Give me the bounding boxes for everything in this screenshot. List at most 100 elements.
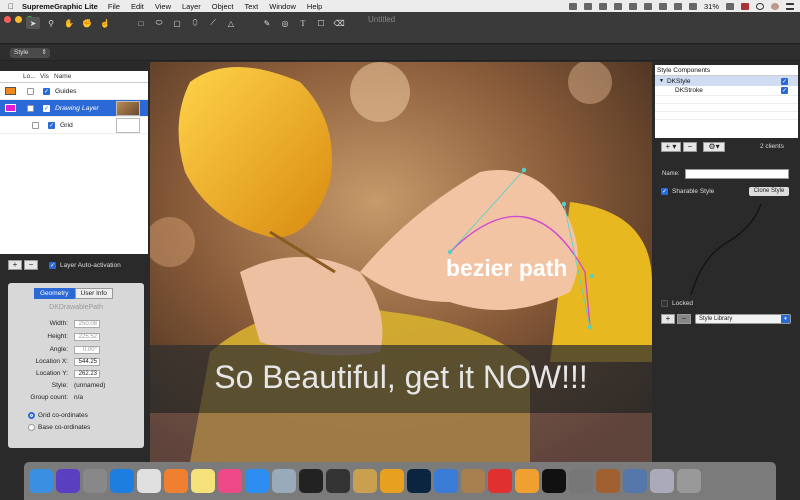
anchor-point[interactable] (590, 274, 594, 278)
lock-checkbox[interactable] (32, 121, 39, 129)
firefox-icon[interactable] (164, 469, 188, 493)
lock-checkbox[interactable] (27, 87, 34, 95)
hand-icon[interactable]: ✋ (62, 17, 76, 29)
status-icon[interactable] (598, 2, 607, 10)
remove-layer-button[interactable]: − (24, 260, 38, 270)
qq-icon[interactable] (326, 469, 350, 493)
grid-coords-radio[interactable] (28, 412, 35, 419)
style-item-dkstroke[interactable]: DKStroke ✓ (655, 86, 798, 96)
remove-style-button[interactable]: − (677, 314, 691, 324)
itunes-icon[interactable] (218, 469, 242, 493)
sharable-checkbox[interactable]: ✓ (661, 188, 668, 195)
add-style-button[interactable]: + (661, 314, 675, 324)
app-menu[interactable]: SupremeGraphic Lite (22, 2, 98, 11)
style-popup-button[interactable]: Style ⇕ (10, 48, 50, 58)
wifi-icon[interactable] (673, 2, 682, 10)
photo-viewer-icon[interactable] (623, 469, 647, 493)
safari-icon[interactable] (110, 469, 134, 493)
painter-icon[interactable] (353, 469, 377, 493)
input-flag-icon[interactable] (741, 2, 749, 10)
rounded-rectangle-icon[interactable]: ▢ (170, 17, 184, 29)
airplay-icon[interactable] (658, 2, 667, 10)
col-name[interactable]: Name (54, 73, 71, 80)
layer-row-grid[interactable]: ✓ Grid (0, 117, 148, 134)
system-preferences-icon[interactable] (569, 469, 593, 493)
layer-name[interactable]: Guides (55, 88, 77, 95)
location-x-field[interactable]: 544.25 (74, 358, 100, 366)
polygon-icon[interactable]: △ (224, 17, 238, 29)
app-store-icon[interactable] (245, 469, 269, 493)
siri-icon[interactable] (56, 469, 80, 493)
preview-icon[interactable] (272, 469, 296, 493)
hand-drag-icon[interactable]: ✊ (80, 17, 94, 29)
player-icon[interactable] (488, 469, 512, 493)
drawing-canvas[interactable]: bezier path So Beautiful, get it NOW!!! (150, 62, 652, 462)
disclosure-triangle-icon[interactable]: ▼ (659, 78, 664, 84)
photoshop-icon[interactable] (407, 469, 431, 493)
anchor-point[interactable] (587, 324, 593, 330)
notes-icon[interactable] (191, 469, 215, 493)
trash-icon[interactable] (677, 469, 701, 493)
hand-point-icon[interactable]: ☝ (98, 17, 112, 29)
tab-geometry[interactable]: Geometry (34, 288, 75, 299)
battery-percent[interactable]: 31% (704, 2, 719, 11)
kindle-icon[interactable] (299, 469, 323, 493)
oval-icon[interactable]: ⬭ (152, 17, 166, 29)
auto-activation-checkbox[interactable]: ✓ (49, 261, 56, 269)
zoom-icon[interactable]: ⚲ (44, 17, 58, 29)
status-icon[interactable] (583, 2, 592, 10)
sketch-icon[interactable] (380, 469, 404, 493)
base-coords-radio[interactable] (28, 424, 35, 431)
style-enabled-checkbox[interactable]: ✓ (781, 77, 788, 85)
chrome-icon[interactable] (137, 469, 161, 493)
style-library-popup[interactable]: Style Library ▾ (695, 314, 791, 324)
angle-field[interactable]: 0.00° (74, 346, 100, 354)
width-field[interactable]: 250.08 (74, 320, 100, 328)
menu-layer[interactable]: Layer (182, 2, 201, 11)
visible-checkbox[interactable]: ✓ (43, 87, 50, 95)
anchor-point[interactable] (447, 249, 453, 255)
height-field[interactable]: 225.52 (74, 333, 100, 341)
layer-row-guides[interactable]: ✓ Guides (0, 83, 148, 100)
style-name-field[interactable] (685, 169, 789, 179)
grid-coords-radio-row[interactable]: Grid co-ordinates (28, 412, 88, 419)
layer-color-swatch[interactable] (5, 87, 16, 95)
status-icon[interactable] (613, 2, 622, 10)
style-item-dkstyle[interactable]: ▼ DKStyle ✓ (655, 76, 798, 86)
tab-user-info[interactable]: User Info (74, 288, 113, 299)
apple-menu-icon[interactable]:  (4, 2, 18, 11)
launchpad-icon[interactable] (83, 469, 107, 493)
menu-window[interactable]: Window (269, 2, 296, 11)
circle-target-icon[interactable]: ◎ (278, 17, 292, 29)
col-visible[interactable]: Vis (40, 73, 54, 80)
speech-bubble-icon[interactable]: ☐ (314, 17, 328, 29)
spotlight-icon[interactable] (756, 2, 764, 10)
close-window-button[interactable] (4, 16, 11, 23)
visible-checkbox[interactable]: ✓ (48, 121, 55, 129)
gear-menu-button[interactable]: ⚙▾ (703, 142, 725, 152)
clone-style-button[interactable]: Clone Style (749, 187, 789, 196)
base-coords-radio-row[interactable]: Base co-ordinates (28, 424, 90, 431)
visible-checkbox[interactable]: ✓ (43, 104, 50, 112)
menu-view[interactable]: View (155, 2, 171, 11)
control-point[interactable] (561, 201, 567, 207)
locked-checkbox[interactable] (661, 300, 668, 307)
pen-icon[interactable]: ✎ (260, 17, 274, 29)
bezier-path-label[interactable]: bezier path (446, 255, 567, 282)
battery-icon[interactable] (726, 2, 734, 10)
layer-name[interactable]: Grid (60, 122, 73, 129)
menu-text[interactable]: Text (244, 2, 258, 11)
col-locked[interactable]: Lo... (23, 73, 40, 80)
remove-component-button[interactable]: − (683, 142, 697, 152)
menu-help[interactable]: Help (307, 2, 322, 11)
add-layer-button[interactable]: + (8, 260, 22, 270)
finder-icon[interactable] (29, 469, 53, 493)
volume-icon[interactable] (688, 2, 697, 10)
terminal-icon[interactable] (542, 469, 566, 493)
downloads-icon[interactable] (650, 469, 674, 493)
layer-color-swatch[interactable] (5, 104, 16, 112)
layer-name[interactable]: Drawing Layer (55, 105, 99, 112)
user-avatar-icon[interactable] (771, 2, 779, 10)
minimize-window-button[interactable] (15, 16, 22, 23)
bluetooth-icon[interactable] (643, 2, 652, 10)
